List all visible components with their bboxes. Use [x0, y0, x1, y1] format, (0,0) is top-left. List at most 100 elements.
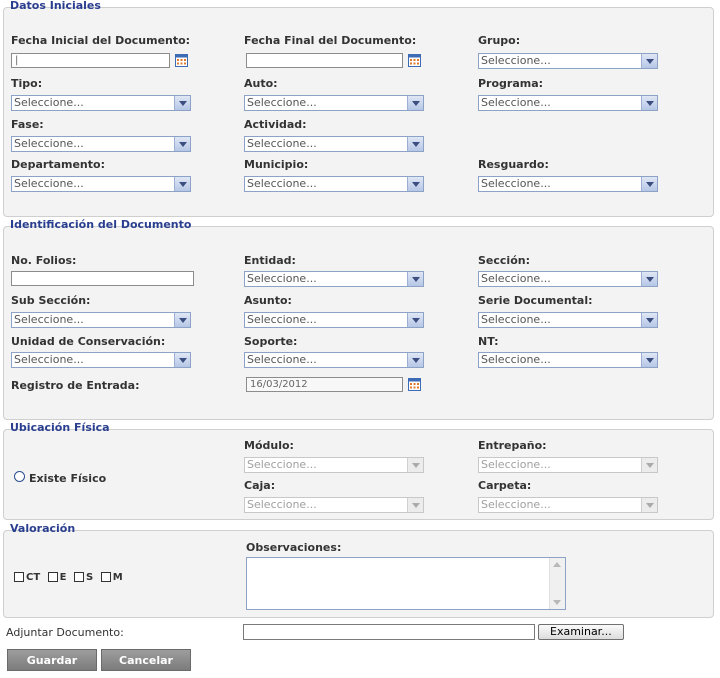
observaciones-textarea[interactable] — [246, 557, 566, 610]
tipo-select[interactable]: Seleccione... — [11, 95, 191, 111]
section-title-identificacion: Identificación del Documento — [10, 218, 192, 231]
select-value: Seleccione... — [481, 272, 551, 285]
serie-label: Serie Documental: — [478, 294, 593, 307]
calendar-icon[interactable] — [175, 54, 188, 67]
registro-label: Registro de Entrada: — [11, 379, 140, 392]
guardar-button[interactable]: Guardar — [7, 649, 97, 671]
soporte-label: Soporte: — [244, 335, 298, 348]
unidad-label: Unidad de Conservación: — [11, 335, 166, 348]
municipio-label: Municipio: — [244, 158, 309, 171]
select-value: Seleccione... — [14, 313, 84, 326]
chevron-down-icon — [641, 498, 657, 512]
adjuntar-label: Adjuntar Documento: — [6, 626, 124, 639]
chevron-down-icon — [407, 177, 423, 191]
valoracion-checkboxes: CT E S M — [14, 570, 127, 583]
grupo-select[interactable]: Seleccione... — [478, 53, 658, 69]
section-title-valoracion: Valoración — [10, 522, 76, 535]
ct-checkbox[interactable] — [14, 572, 24, 582]
e-label: E — [59, 571, 67, 583]
textarea-scrollbar[interactable] — [549, 558, 565, 609]
select-value: Seleccione... — [481, 177, 551, 190]
resguardo-select[interactable]: Seleccione... — [478, 176, 658, 192]
e-checkbox[interactable] — [47, 572, 58, 582]
m-label: M — [112, 571, 123, 583]
existe-fisico-label: Existe Físico — [29, 472, 107, 485]
select-value: Seleccione... — [14, 137, 84, 150]
serie-select[interactable]: Seleccione... — [478, 312, 658, 328]
fecha-final-input[interactable] — [246, 53, 403, 68]
asunto-select[interactable]: Seleccione... — [244, 312, 424, 328]
programa-label: Programa: — [478, 77, 544, 90]
tipo-label: Tipo: — [11, 77, 43, 90]
seccion-label: Sección: — [478, 254, 530, 267]
programa-select[interactable]: Seleccione... — [478, 95, 658, 111]
calendar-icon[interactable] — [408, 54, 421, 67]
scroll-up-icon[interactable] — [553, 562, 561, 567]
chevron-down-icon — [641, 96, 657, 110]
select-value: Seleccione... — [247, 313, 317, 326]
chevron-down-icon — [407, 353, 423, 367]
cancelar-button[interactable]: Cancelar — [101, 649, 191, 671]
subseccion-label: Sub Sección: — [11, 294, 91, 307]
chevron-down-icon — [407, 498, 423, 512]
modulo-select[interactable]: Seleccione... — [244, 457, 424, 473]
carpeta-select[interactable]: Seleccione... — [478, 497, 658, 513]
scroll-down-icon[interactable] — [553, 600, 561, 605]
fase-select[interactable]: Seleccione... — [11, 136, 191, 152]
select-value: Seleccione... — [247, 137, 317, 150]
chevron-down-icon — [174, 313, 190, 327]
m-checkbox[interactable] — [100, 572, 111, 582]
folios-input[interactable] — [11, 271, 194, 286]
examinar-button[interactable]: Examinar... — [538, 624, 624, 640]
fase-label: Fase: — [11, 118, 44, 131]
nt-select[interactable]: Seleccione... — [478, 352, 658, 368]
entrepano-select[interactable]: Seleccione... — [478, 457, 658, 473]
select-value: Seleccione... — [481, 353, 551, 366]
chevron-down-icon — [407, 137, 423, 151]
s-label: S — [86, 571, 94, 583]
soporte-select[interactable]: Seleccione... — [244, 352, 424, 368]
s-checkbox[interactable] — [74, 572, 85, 582]
modulo-label: Módulo: — [244, 439, 294, 452]
select-value: Seleccione... — [14, 353, 84, 366]
chevron-down-icon — [407, 272, 423, 286]
section-title-datos-iniciales: Datos Iniciales — [10, 0, 101, 12]
chevron-down-icon — [641, 177, 657, 191]
chevron-down-icon — [641, 458, 657, 472]
chevron-down-icon — [174, 96, 190, 110]
seccion-select[interactable]: Seleccione... — [478, 271, 658, 287]
auto-label: Auto: — [244, 77, 278, 90]
nt-label: NT: — [478, 335, 499, 348]
actividad-select[interactable]: Seleccione... — [244, 136, 424, 152]
chevron-down-icon — [407, 96, 423, 110]
departamento-label: Departamento: — [11, 158, 105, 171]
calendar-icon[interactable] — [408, 378, 421, 391]
folios-label: No. Folios: — [11, 254, 77, 267]
select-value: Seleccione... — [481, 458, 551, 471]
departamento-select[interactable]: Seleccione... — [11, 176, 191, 192]
resguardo-label: Resguardo: — [478, 158, 549, 171]
subseccion-select[interactable]: Seleccione... — [11, 312, 191, 328]
select-value: Seleccione... — [14, 96, 84, 109]
registro-input[interactable]: 16/03/2012 — [246, 377, 403, 392]
chevron-down-icon — [174, 353, 190, 367]
section-title-ubicacion: Ubicación Física — [10, 421, 110, 434]
select-value: Seleccione... — [481, 54, 551, 67]
entidad-select[interactable]: Seleccione... — [244, 271, 424, 287]
municipio-select[interactable]: Seleccione... — [244, 176, 424, 192]
grupo-label: Grupo: — [478, 34, 521, 47]
asunto-label: Asunto: — [244, 294, 292, 307]
unidad-select[interactable]: Seleccione... — [11, 352, 191, 368]
existe-fisico-radio[interactable] — [14, 471, 25, 482]
select-value: Seleccione... — [481, 313, 551, 326]
select-value: Seleccione... — [247, 458, 317, 471]
select-value: Seleccione... — [247, 177, 317, 190]
fecha-final-label: Fecha Final del Documento: — [244, 34, 417, 47]
adjuntar-file-input[interactable] — [243, 624, 535, 640]
fecha-inicial-input[interactable]: | — [11, 53, 170, 68]
auto-select[interactable]: Seleccione... — [244, 95, 424, 111]
chevron-down-icon — [641, 353, 657, 367]
carpeta-label: Carpeta: — [478, 479, 532, 492]
caja-select[interactable]: Seleccione... — [244, 497, 424, 513]
select-value: Seleccione... — [481, 498, 551, 511]
